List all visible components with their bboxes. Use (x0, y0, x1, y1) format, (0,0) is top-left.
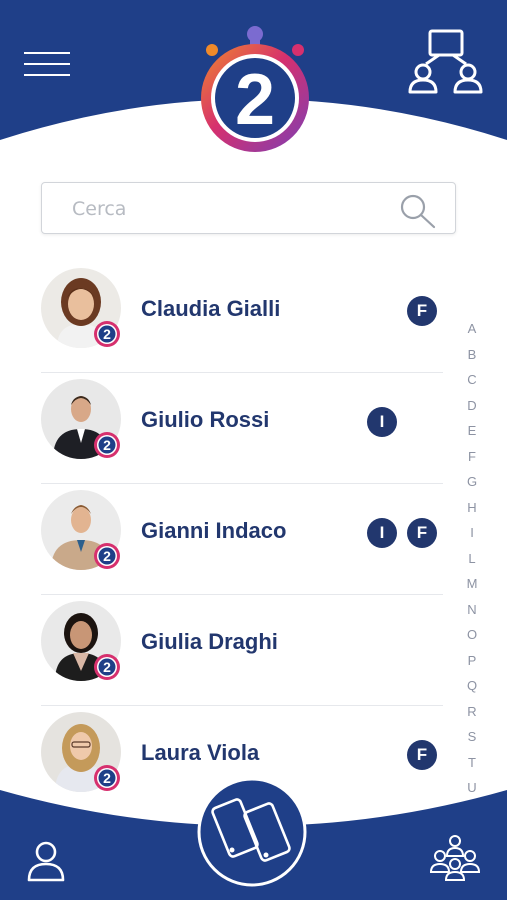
app-mini-badge: 2 (94, 432, 120, 458)
search-input[interactable] (70, 183, 404, 235)
contact-name: Giulia Draghi (141, 629, 278, 654)
alphabet-letter[interactable]: N (462, 597, 482, 623)
contact-row[interactable]: 2 Giulio Rossi I (41, 373, 443, 484)
menu-line (24, 63, 70, 65)
contact-list: 2 Claudia Gialli F 2 Giulio Rossi I 2 Gi… (41, 262, 443, 816)
menu-line (24, 74, 70, 76)
contact-badge-i[interactable]: I (367, 518, 397, 548)
contact-badge-f[interactable]: F (407, 518, 437, 548)
app-mini-badge: 2 (94, 543, 120, 569)
contact-badge-f[interactable]: F (407, 296, 437, 326)
alphabet-letter[interactable]: D (462, 393, 482, 419)
alphabet-letter[interactable]: F (462, 444, 482, 470)
svg-text:2: 2 (103, 437, 111, 453)
contact-row[interactable]: 2 Giulia Draghi (41, 595, 443, 706)
alphabet-letter[interactable]: I (462, 520, 482, 546)
alphabet-letter[interactable]: R (462, 699, 482, 725)
app-mini-badge: 2 (94, 321, 120, 347)
alphabet-letter[interactable]: O (462, 622, 482, 648)
svg-text:2: 2 (103, 548, 111, 564)
contact-row[interactable]: 2 Gianni Indaco I F (41, 484, 443, 595)
svg-text:2: 2 (103, 326, 111, 342)
user-icon[interactable] (26, 840, 66, 882)
contact-name: Claudia Gialli (141, 296, 281, 321)
app-mini-badge: 2 (94, 654, 120, 680)
two-phones-button[interactable] (196, 776, 308, 888)
search-icon[interactable] (399, 193, 437, 229)
alphabet-letter[interactable]: H (462, 495, 482, 521)
contact-badge-f[interactable]: F (407, 740, 437, 770)
alphabet-letter[interactable]: A (462, 316, 482, 342)
app-logo: 2 (201, 26, 309, 152)
alphabet-letter[interactable]: S (462, 724, 482, 750)
alphabet-letter[interactable]: E (462, 418, 482, 444)
alphabet-letter[interactable]: P (462, 648, 482, 674)
alphabet-letter[interactable]: M (462, 571, 482, 597)
alphabet-letter[interactable]: L (462, 546, 482, 572)
hamburger-menu-button[interactable] (24, 52, 70, 82)
contact-row[interactable]: 2 Claudia Gialli F (41, 262, 443, 373)
contact-badge-i[interactable]: I (367, 407, 397, 437)
alphabet-letter[interactable]: Q (462, 673, 482, 699)
logo-number: 2 (235, 60, 275, 140)
alphabet-letter[interactable]: G (462, 469, 482, 495)
menu-line (24, 52, 70, 54)
alphabet-letter[interactable]: B (462, 342, 482, 368)
alphabet-letter[interactable]: C (462, 367, 482, 393)
contact-name: Laura Viola (141, 740, 260, 765)
contact-name: Gianni Indaco (141, 518, 287, 543)
svg-text:2: 2 (103, 659, 111, 675)
search-box[interactable] (41, 182, 456, 235)
contact-name: Giulio Rossi (141, 407, 270, 432)
org-chart-icon[interactable] (406, 28, 486, 94)
alphabet-index: A B C D E F G H I L M N O P Q R S T U (462, 316, 482, 801)
group-icon[interactable] (428, 834, 482, 882)
